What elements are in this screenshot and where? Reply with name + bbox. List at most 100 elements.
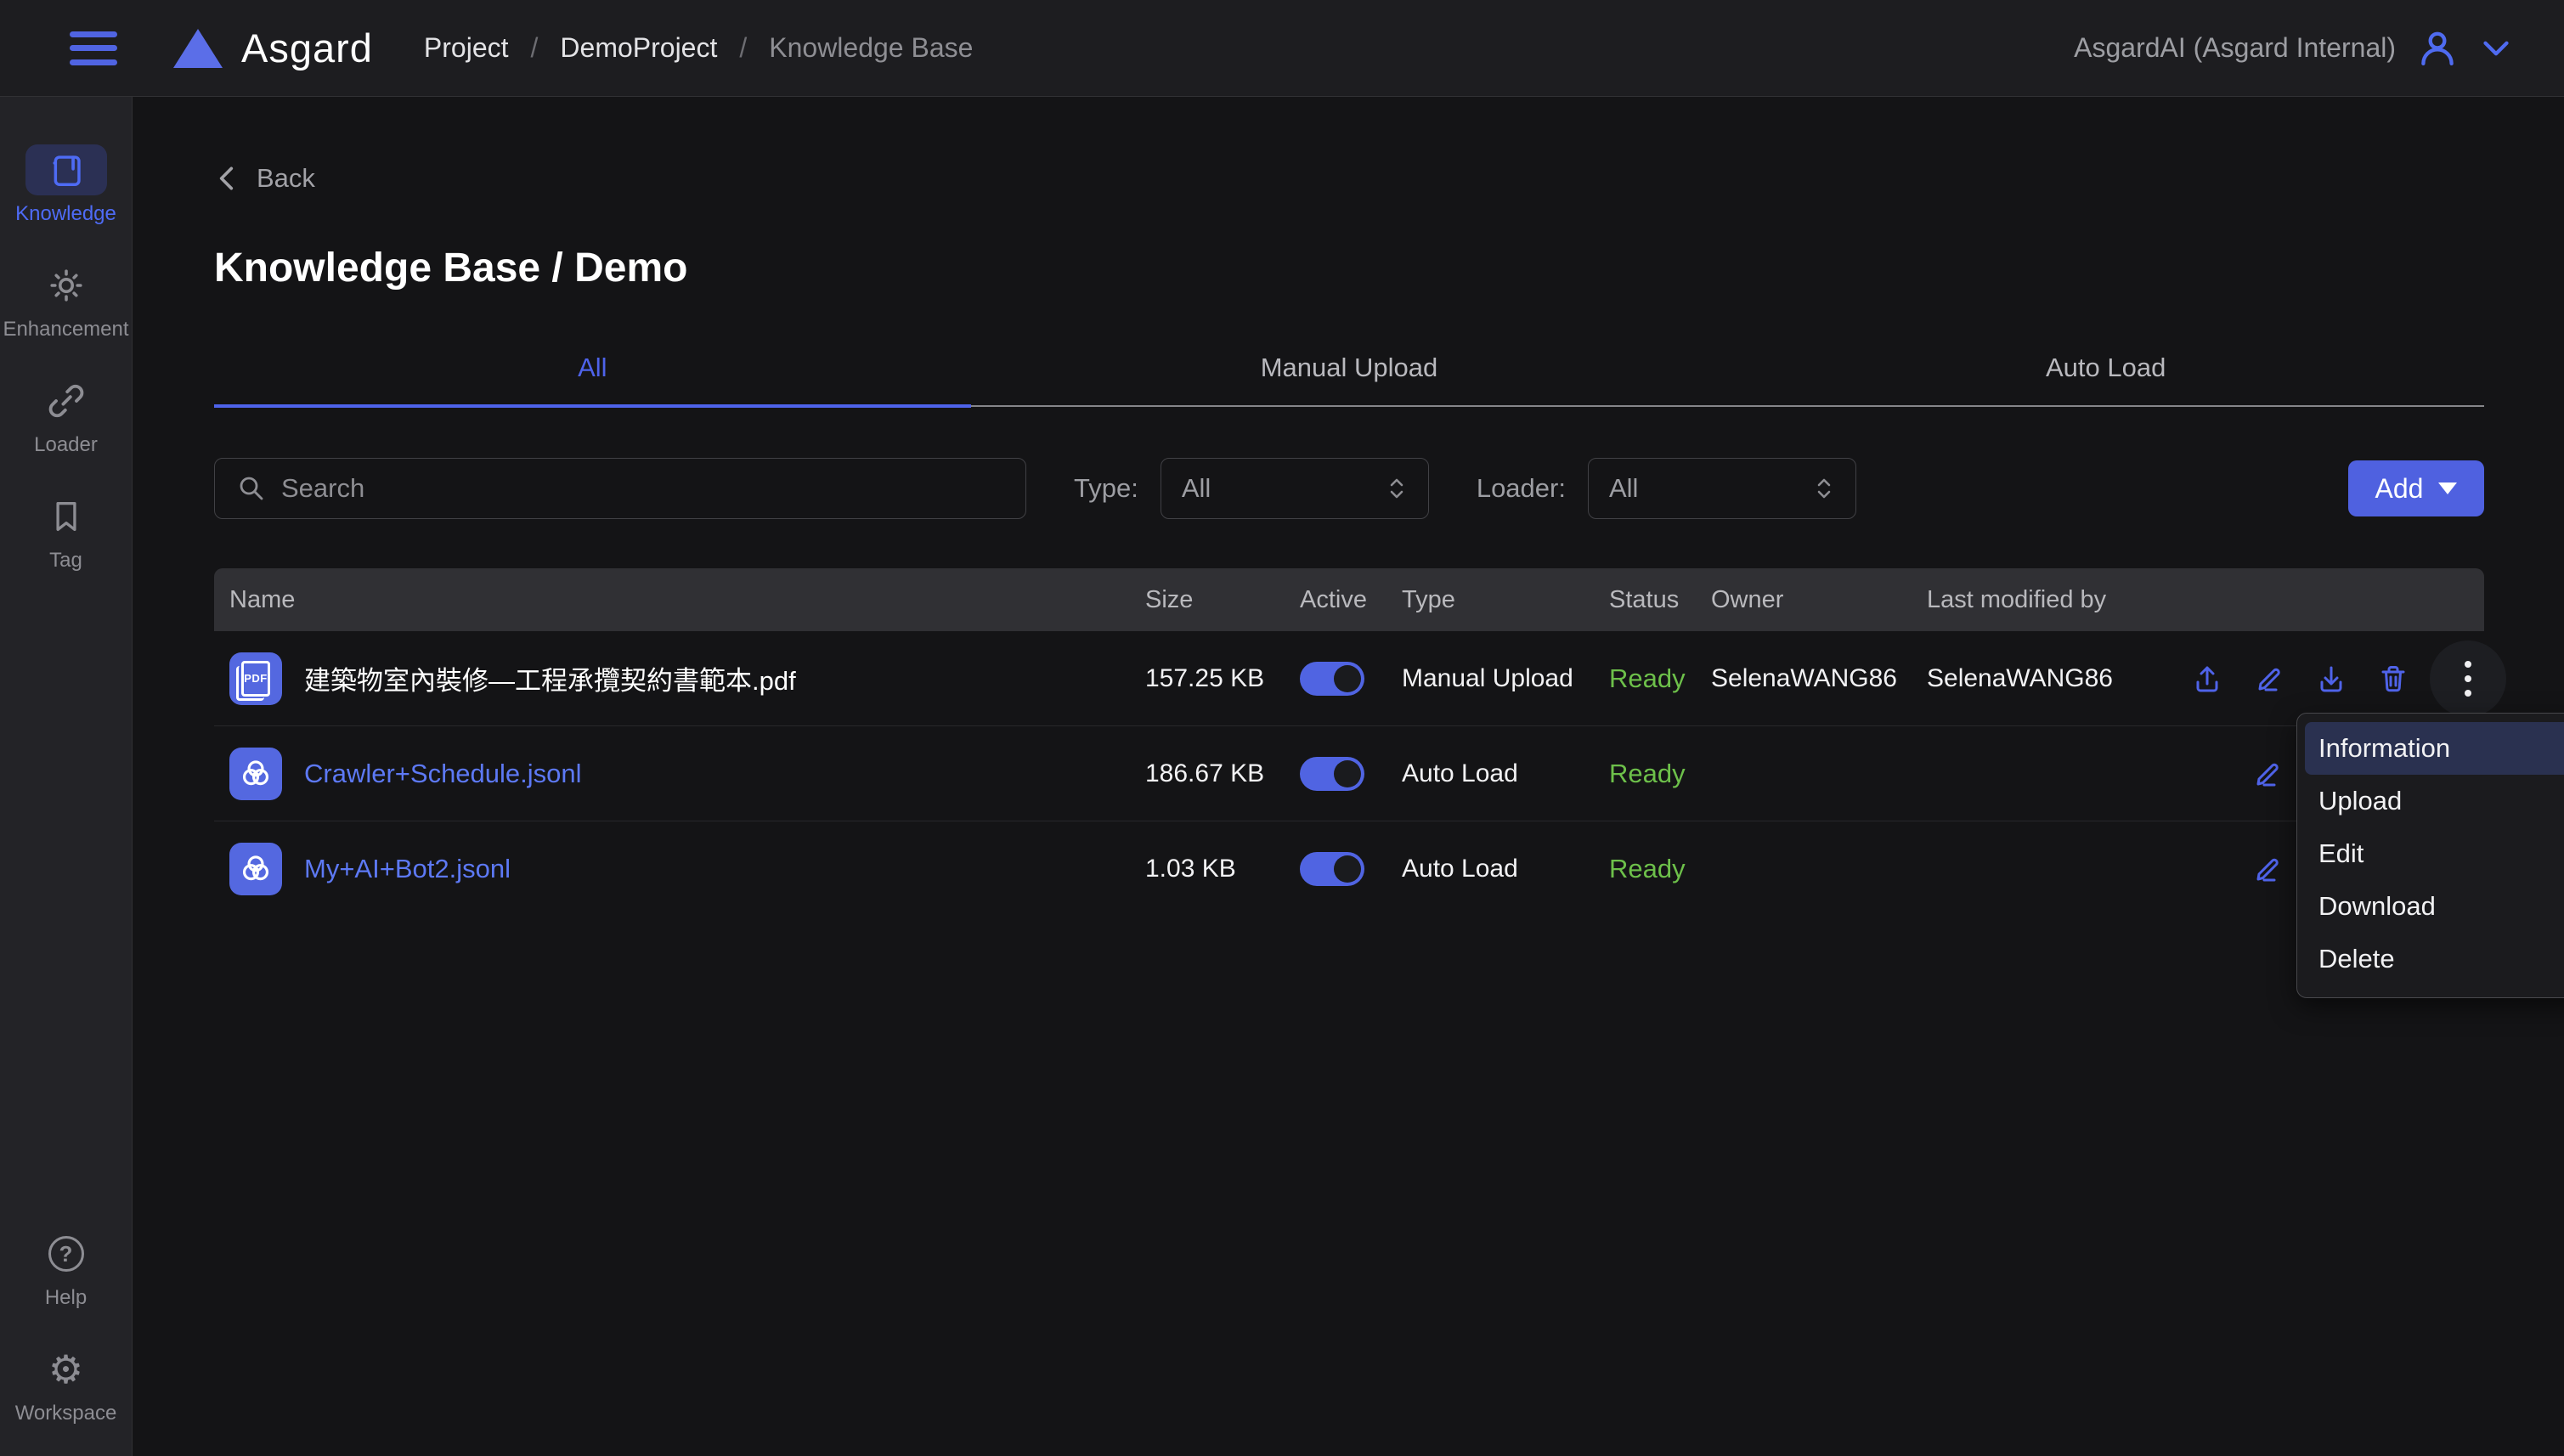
menu-item-information[interactable]: Information <box>2305 722 2564 775</box>
loader-select-value: All <box>1609 473 1638 504</box>
row-context-menu: Information Upload Edit Download Delete <box>2296 713 2564 998</box>
select-arrows-icon <box>1386 475 1408 502</box>
table-row: Crawler+Schedule.jsonl 186.67 KB Auto Lo… <box>214 726 2484 821</box>
edit-icon[interactable] <box>2254 663 2284 694</box>
select-arrows-icon <box>1813 475 1835 502</box>
file-name-link[interactable]: Crawler+Schedule.jsonl <box>304 759 582 789</box>
tab-bar: All Manual Upload Auto Load <box>214 353 2484 407</box>
table-row: PDF 建築物室內裝修—工程承攬契約書範本.pdf 157.25 KB Manu… <box>214 631 2484 726</box>
search-icon <box>237 474 266 503</box>
sun-icon <box>46 265 87 306</box>
link-icon <box>46 381 87 421</box>
add-button-label: Add <box>2375 473 2424 505</box>
table-row: My+AI+Bot2.jsonl 1.03 KB Auto Load Ready <box>214 821 2484 917</box>
type-select[interactable]: All <box>1161 458 1429 519</box>
column-header-last-modified-by: Last modified by <box>1927 586 2175 614</box>
file-name-link[interactable]: My+AI+Bot2.jsonl <box>304 854 511 884</box>
account-name: AsgardAI (Asgard Internal) <box>2074 32 2396 64</box>
column-header-active: Active <box>1300 586 1402 614</box>
breadcrumb-current-page: Knowledge Base <box>769 32 973 64</box>
status-badge: Ready <box>1609 759 1711 789</box>
status-badge: Ready <box>1609 663 1711 694</box>
column-header-size: Size <box>1145 586 1300 614</box>
file-name: 建築物室內裝修—工程承攬契約書範本.pdf <box>304 659 796 697</box>
type-select-value: All <box>1182 473 1211 504</box>
sidebar-item-label: Tag <box>49 549 82 573</box>
jsonl-file-icon <box>229 748 282 800</box>
brand-name: Asgard <box>241 25 373 71</box>
sidebar-item-label: Loader <box>34 433 98 457</box>
gear-icon: ⚙ <box>48 1350 83 1389</box>
pdf-file-icon: PDF <box>229 652 282 705</box>
main-content: Back Knowledge Base / Demo All Manual Up… <box>133 97 2564 1456</box>
upload-icon[interactable] <box>2192 663 2222 694</box>
column-header-status: Status <box>1609 586 1711 614</box>
sidebar-item-knowledge[interactable]: Knowledge <box>0 144 132 226</box>
app-header: Asgard Project / DemoProject / Knowledge… <box>0 0 2564 97</box>
search-input[interactable] <box>281 473 978 504</box>
help-icon: ? <box>48 1236 84 1272</box>
breadcrumb-demoproject[interactable]: DemoProject <box>560 32 717 64</box>
active-toggle[interactable] <box>1300 852 1364 886</box>
asgard-logo-icon <box>173 29 223 68</box>
add-button[interactable]: Add <box>2348 460 2484 516</box>
chevron-down-icon[interactable] <box>2479 31 2513 65</box>
loader-filter-label: Loader: <box>1477 473 1566 504</box>
sidebar-item-label: Workspace <box>15 1402 117 1425</box>
active-tab-indicator <box>214 404 971 408</box>
sidebar-item-label: Help <box>45 1286 87 1310</box>
breadcrumb-separator: / <box>739 32 747 64</box>
sidebar-item-label: Knowledge <box>15 202 116 226</box>
active-toggle[interactable] <box>1300 662 1364 696</box>
sidebar-item-loader[interactable]: Loader <box>0 375 132 457</box>
download-icon[interactable] <box>2316 663 2347 694</box>
chevron-left-icon <box>214 164 240 193</box>
breadcrumb-separator: / <box>531 32 539 64</box>
breadcrumb: Project / DemoProject / Knowledge Base <box>424 32 974 64</box>
file-size: 186.67 KB <box>1145 759 1300 788</box>
menu-item-upload[interactable]: Upload <box>2305 775 2564 827</box>
sidebar-item-label: Enhancement <box>3 318 128 341</box>
file-type: Auto Load <box>1402 759 1609 788</box>
caret-down-icon <box>2438 483 2457 494</box>
kebab-icon <box>2465 661 2471 697</box>
file-last-modified-by: SelenaWANG86 <box>1927 664 2175 693</box>
more-actions-button[interactable] <box>2430 641 2506 717</box>
file-size: 1.03 KB <box>1145 855 1300 883</box>
menu-item-delete[interactable]: Delete <box>2305 933 2564 985</box>
sidebar-item-tag[interactable]: Tag <box>0 491 132 573</box>
edit-icon[interactable] <box>2252 759 2283 789</box>
type-filter-label: Type: <box>1074 473 1138 504</box>
menu-item-edit[interactable]: Edit <box>2305 827 2564 880</box>
breadcrumb-project[interactable]: Project <box>424 32 509 64</box>
loader-select[interactable]: All <box>1588 458 1856 519</box>
user-icon <box>2418 29 2457 68</box>
column-header-name: Name <box>214 586 1145 614</box>
sidebar-item-help[interactable]: ? Help <box>0 1228 132 1310</box>
tab-manual-upload[interactable]: Manual Upload <box>971 353 1728 405</box>
menu-item-download[interactable]: Download <box>2305 880 2564 933</box>
book-icon <box>47 150 86 189</box>
back-label: Back <box>257 163 315 194</box>
file-size: 157.25 KB <box>1145 664 1300 693</box>
file-type: Manual Upload <box>1402 664 1609 693</box>
tab-all[interactable]: All <box>214 353 971 405</box>
file-table: Name Size Active Type Status Owner Last … <box>214 568 2484 917</box>
column-header-owner: Owner <box>1711 586 1927 614</box>
status-badge: Ready <box>1609 854 1711 884</box>
sidebar-item-workspace[interactable]: ⚙ Workspace <box>0 1344 132 1425</box>
file-type: Auto Load <box>1402 855 1609 883</box>
jsonl-file-icon <box>229 843 282 895</box>
hamburger-menu-icon[interactable] <box>70 31 117 65</box>
table-header-row: Name Size Active Type Status Owner Last … <box>214 568 2484 631</box>
delete-icon[interactable] <box>2378 663 2409 694</box>
back-button[interactable]: Back <box>214 163 342 194</box>
edit-icon[interactable] <box>2252 854 2283 884</box>
file-owner: SelenaWANG86 <box>1711 664 1927 693</box>
tab-auto-load[interactable]: Auto Load <box>1727 353 2484 405</box>
page-title: Knowledge Base / Demo <box>214 245 2484 291</box>
active-toggle[interactable] <box>1300 757 1364 791</box>
account-menu[interactable]: AsgardAI (Asgard Internal) <box>2074 29 2513 68</box>
filter-row: Type: All Loader: All Add <box>214 458 2484 519</box>
sidebar-item-enhancement[interactable]: Enhancement <box>0 260 132 341</box>
